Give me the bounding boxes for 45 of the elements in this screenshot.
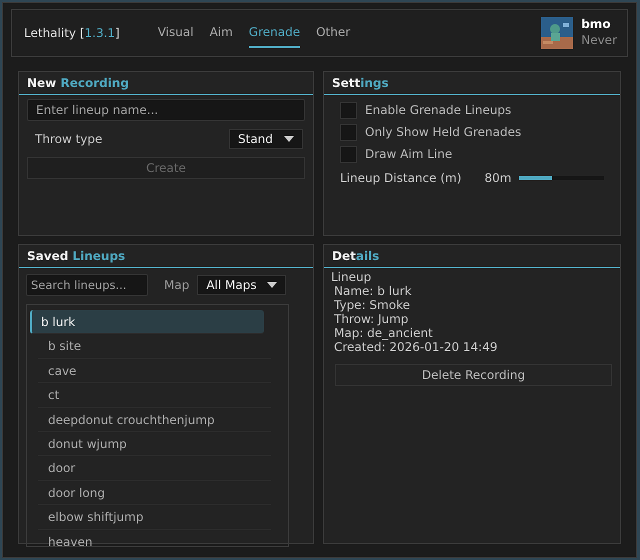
distance-label: Lineup Distance (m)	[340, 170, 462, 187]
detail-line: Throw: Jump	[334, 312, 410, 326]
checkbox-label: Draw Aim Line	[365, 146, 452, 163]
panel-title: Saved Lineups	[19, 245, 313, 268]
tab[interactable]: Aim	[210, 18, 233, 48]
lineup-item[interactable]: elbow shiftjump	[38, 505, 271, 530]
tab[interactable]: Grenade	[248, 18, 300, 48]
throw-type-dropdown[interactable]: Stand	[229, 129, 303, 149]
search-field[interactable]: Search lineups...	[26, 274, 148, 296]
distance-slider[interactable]	[519, 176, 604, 180]
user-name: bmo	[581, 17, 612, 33]
lineup-item[interactable]: door	[38, 456, 271, 481]
details-heading: Lineup	[331, 270, 372, 284]
panel-title: New Recording	[19, 72, 313, 95]
lineup-item[interactable]: b lurk	[30, 310, 264, 334]
panel-title: Details	[324, 245, 620, 268]
lineup-item[interactable]: ct	[38, 383, 271, 408]
user-status: Never	[581, 33, 617, 49]
checkbox[interactable]	[340, 146, 357, 162]
lineup-item[interactable]: cave	[38, 358, 271, 384]
throw-type-label: Throw type	[35, 131, 102, 148]
tab[interactable]: Other	[316, 18, 350, 48]
map-dropdown[interactable]: All Maps	[197, 275, 286, 295]
distance-reading: 80m	[484, 170, 512, 187]
lineup-item[interactable]: b site	[38, 334, 271, 359]
checkbox[interactable]	[340, 102, 357, 118]
delete-recording-button[interactable]: Delete Recording	[335, 364, 612, 386]
caret-icon	[284, 136, 294, 142]
app-title: Lethality [1.3.1]	[24, 25, 120, 42]
lineup-item[interactable]: heaven	[38, 530, 271, 546]
checkbox-label: Only Show Held Grenades	[365, 124, 522, 141]
detail-line: Name: b lurk	[334, 284, 413, 298]
lineup-item[interactable]: door long	[38, 480, 271, 506]
map-label: Map	[164, 277, 190, 294]
checkbox[interactable]	[340, 124, 357, 140]
checkbox-label: Enable Grenade Lineups	[365, 102, 512, 119]
caret-icon	[267, 282, 278, 288]
detail-line: Created: 2026-01-20 14:49	[334, 340, 498, 354]
panel-title: Settings	[324, 72, 620, 95]
detail-line: Type: Smoke	[334, 298, 411, 312]
lineup-name-field[interactable]: Enter lineup name...	[27, 99, 305, 121]
lineup-item[interactable]: deepdonut crouchthenjump	[38, 408, 271, 432]
detail-line: Map: de_ancient	[334, 326, 434, 340]
tab[interactable]: Visual	[158, 18, 194, 48]
lineup-item[interactable]: donut wjump	[38, 432, 271, 456]
